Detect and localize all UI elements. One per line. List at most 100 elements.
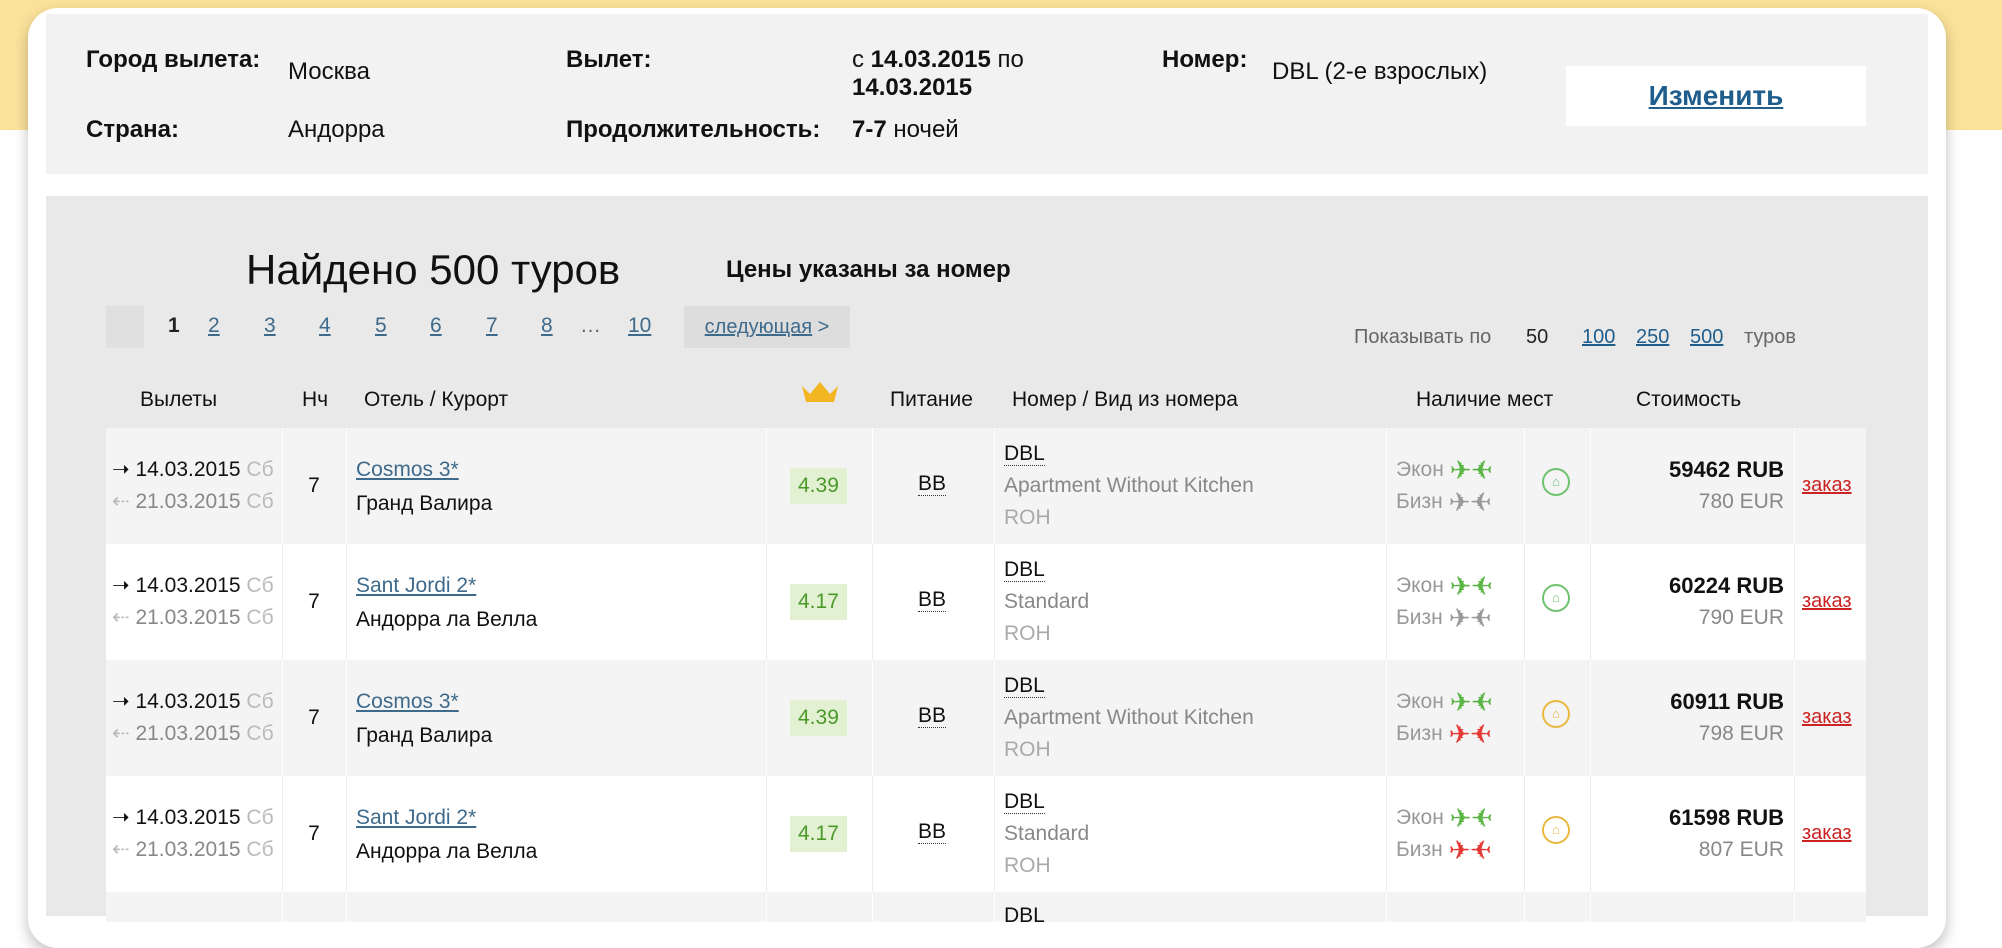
price-rub: 60224 RUB [1669,573,1784,598]
date-back: 21.03.2015 [135,490,241,513]
order-link[interactable]: заказ [1802,706,1852,728]
weekday-out: Сб [246,574,274,597]
duration-unit: ночей [893,116,959,143]
room-view: ROH [1004,506,1051,529]
econ-flight-back-icon: ✈ [1471,455,1494,486]
meal-code[interactable]: BB [918,588,947,612]
table-row: DBL [106,892,1866,927]
hotel-link[interactable]: Sant Jordi 2* [356,806,476,829]
rating-cell: 4.39 [790,700,847,736]
table-row: ➝ 14.03.2015 Сб ⇠ 21.03.2015 Сб 7 Cosmos… [106,660,1866,776]
show-by-label: Показывать по [1354,326,1492,348]
price-rub: 61598 RUB [1669,805,1784,830]
room-type[interactable]: DBL [1004,558,1045,582]
order-link[interactable]: заказ [1802,474,1852,496]
weekday-back: Сб [246,606,274,629]
page-8[interactable]: 8 [541,314,553,338]
page-6[interactable]: 6 [430,314,442,338]
econ-flight-back-icon: ✈ [1471,687,1494,718]
page-ellipsis: … [580,314,601,337]
duration-label: Продолжительность: [566,116,821,143]
next-page-button[interactable]: следующая > [684,306,850,348]
show-by-100[interactable]: 100 [1582,326,1615,349]
hotel-cell: Cosmos 3* Гранд Валира [356,454,492,522]
price-cell: 61598 RUB 807 EUR [1606,802,1784,866]
pager-prev-placeholder [106,306,144,348]
change-search-button[interactable]: Изменить [1566,66,1866,126]
page-1: 1 [168,314,180,337]
header-meal: Питание [890,388,973,411]
resort-name: Гранд Валира [356,724,493,747]
econ-label: Экон [1396,806,1444,829]
page-7[interactable]: 7 [486,314,498,338]
header-hotel: Отель / Курорт [364,388,509,411]
hotel-link[interactable]: Cosmos 3* [356,458,459,481]
departure-date-from: 14.03.2015 [870,46,991,73]
room-view: ROH [1004,738,1051,761]
econ-label: Экон [1396,690,1444,713]
biz-flight-out-icon: ✈ [1448,603,1471,634]
page-10[interactable]: 10 [628,314,651,338]
country-value: Андорра [288,116,385,143]
hotel-availability-icon: ⌂ [1542,700,1570,728]
hotel-availability-icon: ⌂ [1542,468,1570,496]
hotel-availability-cell: ⌂ [1542,584,1570,612]
crown-icon [800,378,840,428]
date-out: 14.03.2015 [135,574,241,597]
order-cell: заказ [1802,822,1852,845]
date-back: 21.03.2015 [135,722,241,745]
room-type[interactable]: DBL [1004,442,1045,466]
page-3[interactable]: 3 [264,314,276,338]
show-by-500[interactable]: 500 [1690,326,1723,349]
order-cell: заказ [1802,590,1852,613]
room-cell: DBL Standard ROH [1004,786,1089,882]
meal-code[interactable]: BB [918,820,947,844]
room-type[interactable]: DBL [1004,674,1045,698]
order-link[interactable]: заказ [1802,822,1852,844]
arrow-out-icon: ➝ [112,574,130,597]
weekday-back: Сб [246,490,274,513]
meal-code[interactable]: BB [918,704,947,728]
nights-count: 7 [308,822,320,845]
duration-nights: 7-7 [852,116,887,143]
arrow-back-icon: ⇠ [112,838,130,861]
hotel-link[interactable]: Cosmos 3* [356,690,459,713]
hotel-link[interactable]: Sant Jordi 2* [356,574,476,597]
arrow-back-icon: ⇠ [112,722,130,745]
hotel-availability-cell: ⌂ [1542,700,1570,728]
meal-code[interactable]: BB [918,472,947,496]
order-link[interactable]: заказ [1802,590,1852,612]
header-nights: Нч [302,388,329,411]
tours-table: Вылеты Нч Отель / Курорт Питание Номер /… [106,378,1866,927]
price-rub: 59462 RUB [1669,457,1784,482]
nights-count: 7 [308,706,320,729]
price-cell: 59462 RUB 780 EUR [1606,454,1784,518]
weekday-back: Сб [246,722,274,745]
show-by-250[interactable]: 250 [1636,326,1669,349]
econ-flight-out-icon: ✈ [1449,803,1472,834]
page-5[interactable]: 5 [375,314,387,338]
date-back: 21.03.2015 [135,838,241,861]
show-by-current: 50 [1526,326,1549,348]
biz-label: Бизн [1396,722,1443,745]
change-search-link[interactable]: Изменить [1649,80,1784,112]
biz-flight-back-icon: ✈ [1470,719,1493,750]
page-4[interactable]: 4 [319,314,331,338]
arrow-out-icon: ➝ [112,806,130,829]
room-type[interactable]: DBL [1004,790,1045,814]
econ-flight-back-icon: ✈ [1471,571,1494,602]
room-description: Apartment Without Kitchen [1004,706,1254,729]
hotel-cell: Cosmos 3* Гранд Валира [356,686,492,754]
next-page-label[interactable]: следующая [705,316,812,339]
header-departures: Вылеты [140,388,218,411]
room-view: ROH [1004,854,1051,877]
resort-name: Андорра ла Велла [356,840,538,863]
price-eur: 807 EUR [1698,838,1784,861]
price-eur: 780 EUR [1698,490,1784,513]
room-description: Apartment Without Kitchen [1004,474,1254,497]
page-2[interactable]: 2 [208,314,220,338]
arrow-out-icon: ➝ [112,690,130,713]
hotel-cell: Sant Jordi 2* Андорра ла Велла [356,802,537,870]
room-description: Standard [1004,590,1090,613]
hotel-rating: 4.17 [790,584,847,620]
